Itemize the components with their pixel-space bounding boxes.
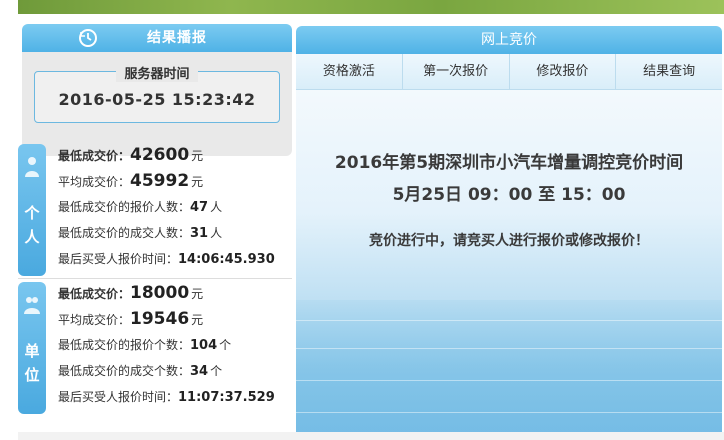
row-unit: 人	[210, 226, 223, 240]
server-time-label: 服务器时间	[116, 67, 198, 82]
personal-last-bid-time-row: 最后买受人报价时间：14:06:45.930	[58, 246, 292, 272]
personal-tab-char-2: 人	[24, 228, 40, 246]
person-icon	[25, 157, 39, 177]
row-value: 34	[190, 364, 209, 379]
sea-background	[296, 300, 722, 440]
row-value: 19546	[130, 309, 190, 329]
row-value: 42600	[130, 145, 190, 165]
group-divider	[18, 278, 292, 279]
row-unit: 个	[210, 364, 223, 378]
tab-first-bid[interactable]: 第一次报价	[403, 54, 510, 89]
row-label: 平均成交价：	[58, 175, 131, 189]
group-icon	[24, 297, 40, 314]
row-value: 31	[190, 226, 209, 241]
row-value: 104	[190, 338, 218, 353]
bidding-status-message: 竞价进行中，请竞买人进行报价或修改报价！	[369, 233, 649, 249]
server-time-box: 服务器时间 2016-05-25 15:23:42	[22, 52, 292, 156]
personal-tab: 个 人	[18, 144, 46, 276]
row-label: 平均成交价：	[58, 313, 131, 327]
unit-rows: 最低成交价：18000 元 平均成交价：19546 元 最低成交价的报价个数：104…	[58, 280, 292, 410]
row-label: 最低成交价：	[58, 149, 131, 163]
bidding-content: 2016年第5期深圳市小汽车增量调控竞价时间 5月25日 09：00 至 15：…	[296, 90, 722, 440]
personal-bidder-count-row: 最低成交价的报价人数：47 人	[58, 194, 292, 220]
online-bidding-panel: 网上竞价 资格激活 第一次报价 修改报价 结果查询 2016年第5期深圳市小汽车…	[296, 26, 722, 440]
unit-results-group: 单 位 最低成交价：18000 元 平均成交价：19546 元 最低成交价的报价个数…	[18, 280, 292, 420]
personal-lowest-price-row: 最低成交价：42600 元	[58, 142, 292, 168]
row-label: 最低成交价的成交人数：	[58, 226, 191, 240]
row-label: 最后买受人报价时间：	[58, 390, 179, 404]
unit-average-price-row: 平均成交价：19546 元	[58, 306, 292, 332]
tab-modify-bid[interactable]: 修改报价	[510, 54, 617, 89]
row-value: 45992	[130, 171, 190, 191]
server-time-value: 2016-05-25 15:23:42	[58, 90, 256, 109]
row-unit: 个	[219, 338, 232, 352]
unit-tab-char-1: 单	[24, 342, 40, 360]
online-bidding-header: 网上竞价	[296, 26, 722, 54]
result-broadcast-panel: 结果播报 服务器时间 2016-05-25 15:23:42 个 人 最低成交价…	[18, 22, 292, 440]
result-broadcast-header: 结果播报	[22, 24, 292, 52]
row-value: 11:07:37.529	[178, 390, 275, 405]
row-label: 最低成交价：	[58, 287, 131, 301]
unit-lowest-price-row: 最低成交价：18000 元	[58, 280, 292, 306]
tab-qualification-activation[interactable]: 资格激活	[296, 54, 403, 89]
personal-tab-char-1: 个	[24, 204, 40, 222]
bidding-time-range: 5月25日 09：00 至 15：00	[392, 185, 626, 205]
refresh-clock-icon	[79, 29, 97, 47]
unit-deal-count-row: 最低成交价的成交个数：34 个	[58, 358, 292, 384]
unit-bid-count-row: 最低成交价的报价个数：104 个	[58, 332, 292, 358]
personal-deal-count-row: 最低成交价的成交人数：31 人	[58, 220, 292, 246]
row-label: 最低成交价的报价人数：	[58, 200, 191, 214]
bidding-headline: 2016年第5期深圳市小汽车增量调控竞价时间	[334, 153, 684, 173]
row-label: 最低成交价的报价个数：	[58, 338, 191, 352]
personal-results-group: 个 人 最低成交价：42600 元 平均成交价：45992 元 最低成交价的报价人数…	[18, 142, 292, 280]
personal-rows: 最低成交价：42600 元 平均成交价：45992 元 最低成交价的报价人数：47 人…	[58, 142, 292, 272]
row-unit: 元	[191, 149, 204, 163]
top-banner-image	[18, 0, 724, 14]
row-value: 14:06:45.930	[178, 252, 275, 267]
row-label: 最后买受人报价时间：	[58, 252, 179, 266]
server-time-frame: 服务器时间 2016-05-25 15:23:42	[34, 67, 280, 123]
unit-last-bid-time-row: 最后买受人报价时间：11:07:37.529	[58, 384, 292, 410]
tab-result-query[interactable]: 结果查询	[616, 54, 722, 89]
row-unit: 人	[210, 200, 223, 214]
row-unit: 元	[191, 175, 204, 189]
row-unit: 元	[191, 313, 204, 327]
bidding-tabs: 资格激活 第一次报价 修改报价 结果查询	[296, 54, 722, 90]
row-label: 最低成交价的成交个数：	[58, 364, 191, 378]
result-broadcast-title: 结果播报	[147, 30, 207, 46]
unit-tab: 单 位	[18, 282, 46, 414]
unit-tab-char-2: 位	[24, 366, 40, 384]
row-value: 47	[190, 200, 209, 215]
row-value: 18000	[130, 283, 190, 303]
personal-average-price-row: 平均成交价：45992 元	[58, 168, 292, 194]
row-unit: 元	[191, 287, 204, 301]
bottom-strip	[18, 432, 724, 440]
